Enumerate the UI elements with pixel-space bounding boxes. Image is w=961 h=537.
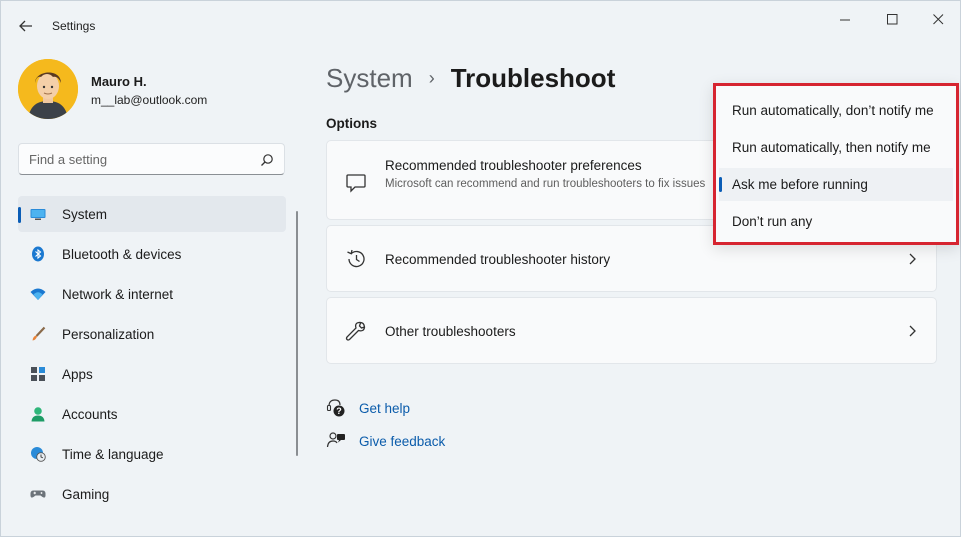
sidebar-item-bluetooth[interactable]: Bluetooth & devices (18, 236, 286, 272)
back-arrow-icon (19, 20, 32, 32)
card-title: Recommended troubleshooter history (385, 252, 611, 267)
card-title: Recommended troubleshooter preferences (385, 158, 642, 173)
search-input[interactable] (29, 150, 249, 168)
monitor-icon (30, 209, 46, 220)
brush-icon (32, 326, 46, 341)
app-title: Settings (52, 19, 96, 33)
sidebar-item-label: Accounts (62, 406, 118, 422)
sidebar-item-label: System (62, 206, 108, 222)
sidebar-item-time-language[interactable]: Time & language (18, 436, 286, 472)
title-bar: Settings (1, 1, 960, 51)
sidebar-item-gaming[interactable]: Gaming (18, 476, 286, 512)
user-email: m__lab@outlook.com (91, 93, 208, 107)
sidebar-item-label: Apps (62, 366, 93, 382)
wifi-icon (30, 288, 46, 300)
dropdown-option-dont-run[interactable]: Don’t run any (719, 205, 953, 238)
sidebar-item-label: Network & internet (62, 286, 174, 302)
section-title: Options (326, 116, 377, 131)
maximize-button[interactable] (877, 9, 907, 29)
settings-window: Settings Mauro H. m__lab@outlook.com Fin… (0, 0, 961, 537)
troubleshooter-preference-dropdown[interactable]: Run automatically, don’t notify me Run a… (713, 83, 959, 245)
sidebar-scrollbar[interactable] (296, 211, 298, 456)
close-icon (932, 13, 943, 24)
chevron-right-icon (909, 253, 916, 265)
maximize-icon (886, 13, 897, 24)
dropdown-option-run-notify[interactable]: Run automatically, then notify me (719, 131, 953, 164)
sidebar-item-network[interactable]: Network & internet (18, 276, 286, 312)
page-title: Troubleshoot (450, 62, 616, 93)
breadcrumb-parent[interactable]: System (326, 63, 413, 94)
chat-bubble-icon (346, 174, 366, 193)
help-icon: ? (326, 399, 345, 417)
search-box[interactable] (18, 143, 285, 175)
dropdown-option-ask-before[interactable]: Ask me before running (719, 168, 953, 201)
svg-text:?: ? (336, 406, 342, 416)
wrench-icon (345, 321, 366, 341)
minimize-icon (839, 19, 850, 20)
sidebar-item-personalization[interactable]: Personalization (18, 316, 286, 352)
dropdown-option-run-no-notify[interactable]: Run automatically, don’t notify me (719, 94, 953, 127)
person-icon (31, 407, 45, 422)
sidebar-item-system[interactable]: System (18, 196, 286, 232)
sidebar-item-label: Bluetooth & devices (62, 246, 182, 262)
chevron-right-icon (909, 325, 916, 337)
minimize-button[interactable] (830, 9, 860, 29)
apps-icon (31, 367, 45, 381)
avatar[interactable] (18, 59, 78, 119)
dropdown-option-label: Don’t run any (732, 214, 813, 229)
search-icon[interactable] (260, 153, 274, 167)
dropdown-option-label: Run automatically, don’t notify me (732, 103, 934, 118)
link-label: Get help (359, 400, 411, 416)
sidebar-nav: System Bluetooth & devices Network & int… (18, 196, 286, 516)
sidebar-item-accounts[interactable]: Accounts (18, 396, 286, 432)
sidebar-item-label: Personalization (62, 326, 155, 342)
user-name: Mauro H. (91, 74, 147, 89)
get-help-link[interactable]: ? Get help (326, 397, 410, 419)
dropdown-option-label: Ask me before running (732, 177, 868, 192)
dropdown-option-label: Run automatically, then notify me (732, 140, 931, 155)
card-title: Other troubleshooters (385, 324, 516, 339)
card-description: Microsoft can recommend and run troubles… (385, 178, 706, 190)
back-button[interactable] (15, 15, 37, 37)
breadcrumb-separator: › (428, 67, 435, 88)
globe-clock-icon (31, 447, 46, 462)
give-feedback-link[interactable]: Give feedback (326, 430, 445, 452)
link-label: Give feedback (359, 433, 446, 449)
sidebar-item-label: Time & language (62, 446, 164, 462)
history-icon (347, 249, 365, 268)
user-avatar-icon (18, 59, 78, 119)
sidebar-item-apps[interactable]: Apps (18, 356, 286, 392)
gamepad-icon (30, 490, 46, 498)
sidebar-item-label: Gaming (62, 486, 110, 502)
close-button[interactable] (923, 9, 953, 29)
other-troubleshooters-card[interactable]: Other troubleshooters (326, 297, 937, 364)
breadcrumb: System › Troubleshoot (326, 61, 615, 95)
feedback-icon (326, 432, 345, 448)
bluetooth-icon (32, 246, 44, 262)
